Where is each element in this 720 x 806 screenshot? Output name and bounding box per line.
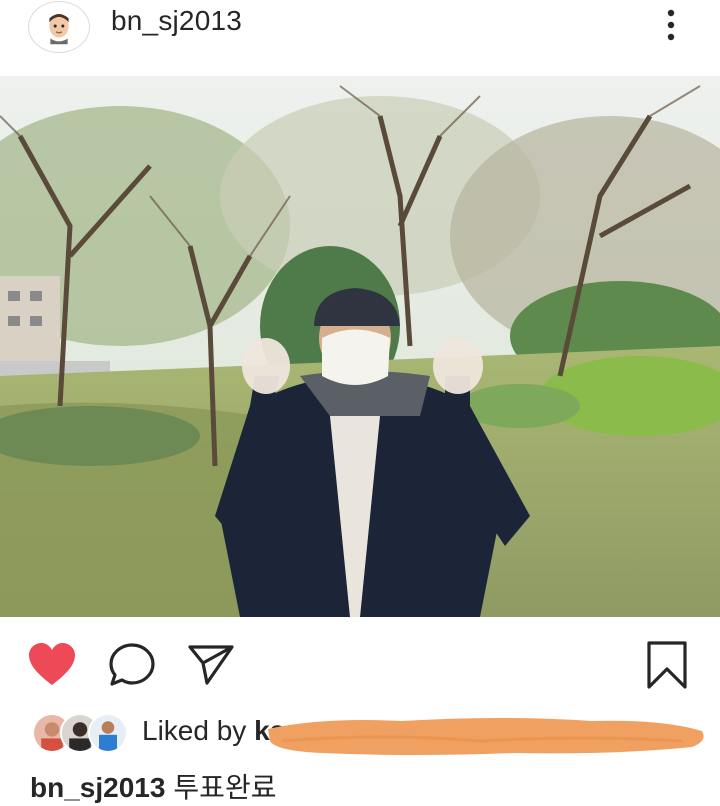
liker-avatars[interactable] [32,713,128,753]
liker-avatar [88,713,128,753]
post-username[interactable]: bn_sj2013 [111,5,242,37]
save-button[interactable] [642,639,692,691]
post-caption: bn_sj2013 투표완료 [30,766,276,806]
post-photo[interactable] [0,76,720,617]
send-icon [188,645,234,685]
more-options-button[interactable] [654,2,688,50]
like-button[interactable] [26,639,78,689]
caption-username[interactable]: bn_sj2013 [30,772,165,803]
action-bar [0,617,720,707]
redaction-scribble [262,711,712,759]
caption-text: 투표완료 [173,772,277,803]
bookmark-icon [647,641,687,689]
post-header: bn_sj2013 [0,0,720,76]
park-photo [0,76,720,617]
heart-filled-icon [29,643,75,685]
comment-icon [109,643,155,686]
profile-avatar[interactable] [28,1,90,53]
liked-by-label: Liked by [142,715,247,746]
comment-button[interactable] [106,639,158,689]
liked-by-row: Liked by ka [0,707,720,759]
more-vertical-icon [667,9,675,41]
share-button[interactable] [185,639,237,689]
memoji-avatar-icon [37,5,81,49]
